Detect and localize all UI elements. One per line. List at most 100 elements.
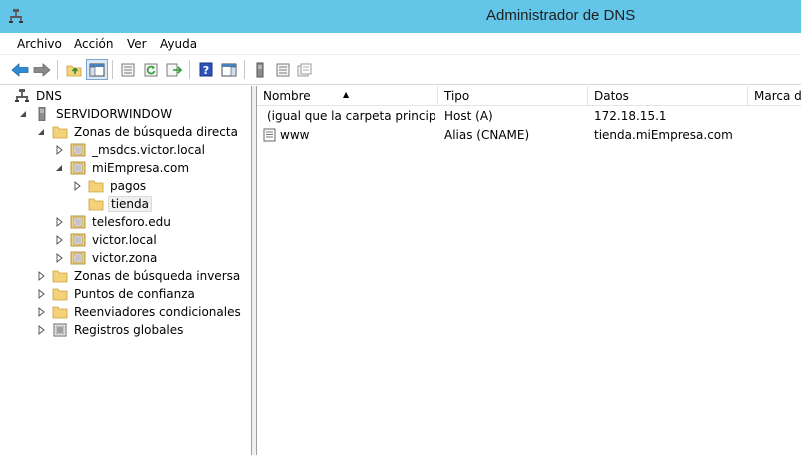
properties-icon[interactable]: [294, 59, 316, 80]
tree-item-label: SERVIDORWINDOW: [56, 107, 173, 121]
collapsed-arrow-icon[interactable]: [36, 307, 46, 317]
collapsed-arrow-icon[interactable]: [72, 181, 82, 191]
tree-item-label: DNS: [36, 89, 62, 103]
zone-icon: [70, 233, 86, 247]
toolbar-separator: [244, 60, 245, 79]
tree-item-trust-points[interactable]: Puntos de confianza: [36, 285, 197, 303]
column-header-datos[interactable]: Datos: [588, 86, 748, 106]
cell-type: Host (A): [444, 109, 493, 123]
console-tree[interactable]: DNS SERVIDORWINDOW Zonas de búsqueda dir…: [0, 86, 252, 455]
show-hide-tree-icon[interactable]: [86, 59, 108, 80]
collapsed-arrow-icon[interactable]: [54, 235, 64, 245]
refresh-icon[interactable]: [140, 59, 162, 80]
cell-type: Alias (CNAME): [444, 128, 530, 142]
show-action-pane-icon[interactable]: [218, 59, 240, 80]
tree-item-reverse-zones[interactable]: Zonas de búsqueda inversa: [36, 267, 242, 285]
toolbar-separator: [112, 60, 113, 79]
folder-icon: [52, 126, 68, 139]
cell-data: 172.18.15.1: [594, 109, 667, 123]
column-header-label: Marca de: [754, 89, 801, 103]
export-list-icon[interactable]: [117, 59, 139, 80]
zone-icon: [70, 143, 86, 157]
collapsed-arrow-icon[interactable]: [54, 253, 64, 263]
list-row[interactable]: www Alias (CNAME) tienda.miEmpresa.com: [257, 126, 801, 145]
server-icon[interactable]: [249, 59, 271, 80]
export-icon[interactable]: [163, 59, 185, 80]
column-header-tipo[interactable]: Tipo: [438, 86, 588, 106]
tree-item-zone-miempresa[interactable]: miEmpresa.com: [54, 159, 191, 177]
record-list-icon[interactable]: [272, 59, 294, 80]
toolbar-separator: [189, 60, 190, 79]
tree-item-label: Zonas de búsqueda inversa: [74, 269, 241, 283]
record-icon: [263, 128, 276, 142]
column-header-label: Datos: [594, 89, 629, 103]
folder-icon: [52, 270, 68, 283]
column-header-nombre[interactable]: Nombre ▲: [257, 86, 438, 106]
tree-item-label: tienda: [108, 196, 152, 212]
tree-item-label: telesforo.edu: [92, 215, 171, 229]
tree-item-label: miEmpresa.com: [92, 161, 190, 175]
tree-item-zone-victor-local[interactable]: victor.local: [54, 231, 159, 249]
tree-item-label: victor.local: [92, 233, 157, 247]
tree-item-label: Puntos de confianza: [74, 287, 195, 301]
tree-item-label: _msdcs.victor.local: [92, 143, 205, 157]
expanded-arrow-icon[interactable]: [36, 127, 46, 137]
folder-icon: [88, 180, 104, 193]
expanded-arrow-icon[interactable]: [54, 163, 64, 173]
tree-item-zone-msdcs[interactable]: _msdcs.victor.local: [54, 141, 207, 159]
svg-text:?: ?: [203, 64, 209, 77]
list-row[interactable]: (igual que la carpeta princip... Host (A…: [257, 107, 801, 126]
menu-ver[interactable]: Ver: [127, 37, 147, 51]
server-icon: [38, 107, 46, 121]
zone-icon: [70, 161, 86, 175]
tree-item-label: victor.zona: [92, 251, 158, 265]
tree-item-label: Zonas de búsqueda directa: [74, 125, 238, 139]
folder-icon: [88, 198, 104, 211]
record-name: www: [280, 128, 310, 142]
menu-ayuda[interactable]: Ayuda: [160, 37, 197, 51]
zone-icon: [70, 251, 86, 265]
collapsed-arrow-icon[interactable]: [54, 217, 64, 227]
toolbar-separator: [57, 60, 58, 79]
event-log-icon: [53, 323, 67, 337]
up-folder-icon[interactable]: [63, 59, 85, 80]
menu-bar: Archivo Acción Ver Ayuda: [0, 33, 801, 55]
dns-icon: [15, 89, 29, 102]
tree-item-tienda[interactable]: tienda: [88, 195, 152, 213]
folder-icon: [52, 288, 68, 301]
column-header-label: Tipo: [444, 89, 470, 103]
tree-item-label: Registros globales: [74, 323, 184, 337]
tree-item-zone-telesforo[interactable]: telesforo.edu: [54, 213, 173, 231]
help-icon[interactable]: ?: [195, 59, 217, 80]
tree-item-conditional-forwarders[interactable]: Reenviadores condicionales: [36, 303, 243, 321]
sort-ascending-icon: ▲: [343, 90, 350, 99]
forward-icon[interactable]: [31, 59, 53, 80]
tree-item-server[interactable]: SERVIDORWINDOW: [18, 105, 174, 123]
collapsed-arrow-icon[interactable]: [36, 289, 46, 299]
tree-item-pagos[interactable]: pagos: [72, 177, 148, 195]
cell-name: (igual que la carpeta princip...: [263, 109, 435, 123]
tree-item-dns[interactable]: DNS: [14, 87, 64, 105]
menu-archivo[interactable]: Archivo: [17, 37, 62, 51]
menu-accion[interactable]: Acción: [74, 37, 113, 51]
dns-app-icon: [9, 9, 23, 23]
expanded-arrow-icon[interactable]: [18, 109, 28, 119]
cell-data: tienda.miEmpresa.com: [594, 128, 733, 142]
collapsed-arrow-icon[interactable]: [36, 271, 46, 281]
cell-name: www: [263, 128, 435, 142]
collapsed-arrow-icon[interactable]: [36, 325, 46, 335]
tree-item-zone-victor-zona[interactable]: victor.zona: [54, 249, 159, 267]
tree-item-label: pagos: [110, 179, 147, 193]
toolbar: ?: [0, 55, 801, 85]
tree-item-forward-zones[interactable]: Zonas de búsqueda directa: [36, 123, 240, 141]
column-header-marca[interactable]: Marca de: [748, 86, 801, 106]
collapsed-arrow-icon[interactable]: [54, 145, 64, 155]
back-icon[interactable]: [9, 59, 31, 80]
column-header-label: Nombre: [263, 89, 311, 103]
tree-item-label: Reenviadores condicionales: [74, 305, 241, 319]
zone-icon: [70, 215, 86, 229]
record-name: (igual que la carpeta princip...: [267, 109, 435, 123]
tree-item-global-logs[interactable]: Registros globales: [36, 321, 185, 339]
title-bar[interactable]: Administrador de DNS: [0, 0, 801, 33]
results-list[interactable]: Nombre ▲ Tipo Datos Marca de (igual que …: [257, 86, 801, 455]
